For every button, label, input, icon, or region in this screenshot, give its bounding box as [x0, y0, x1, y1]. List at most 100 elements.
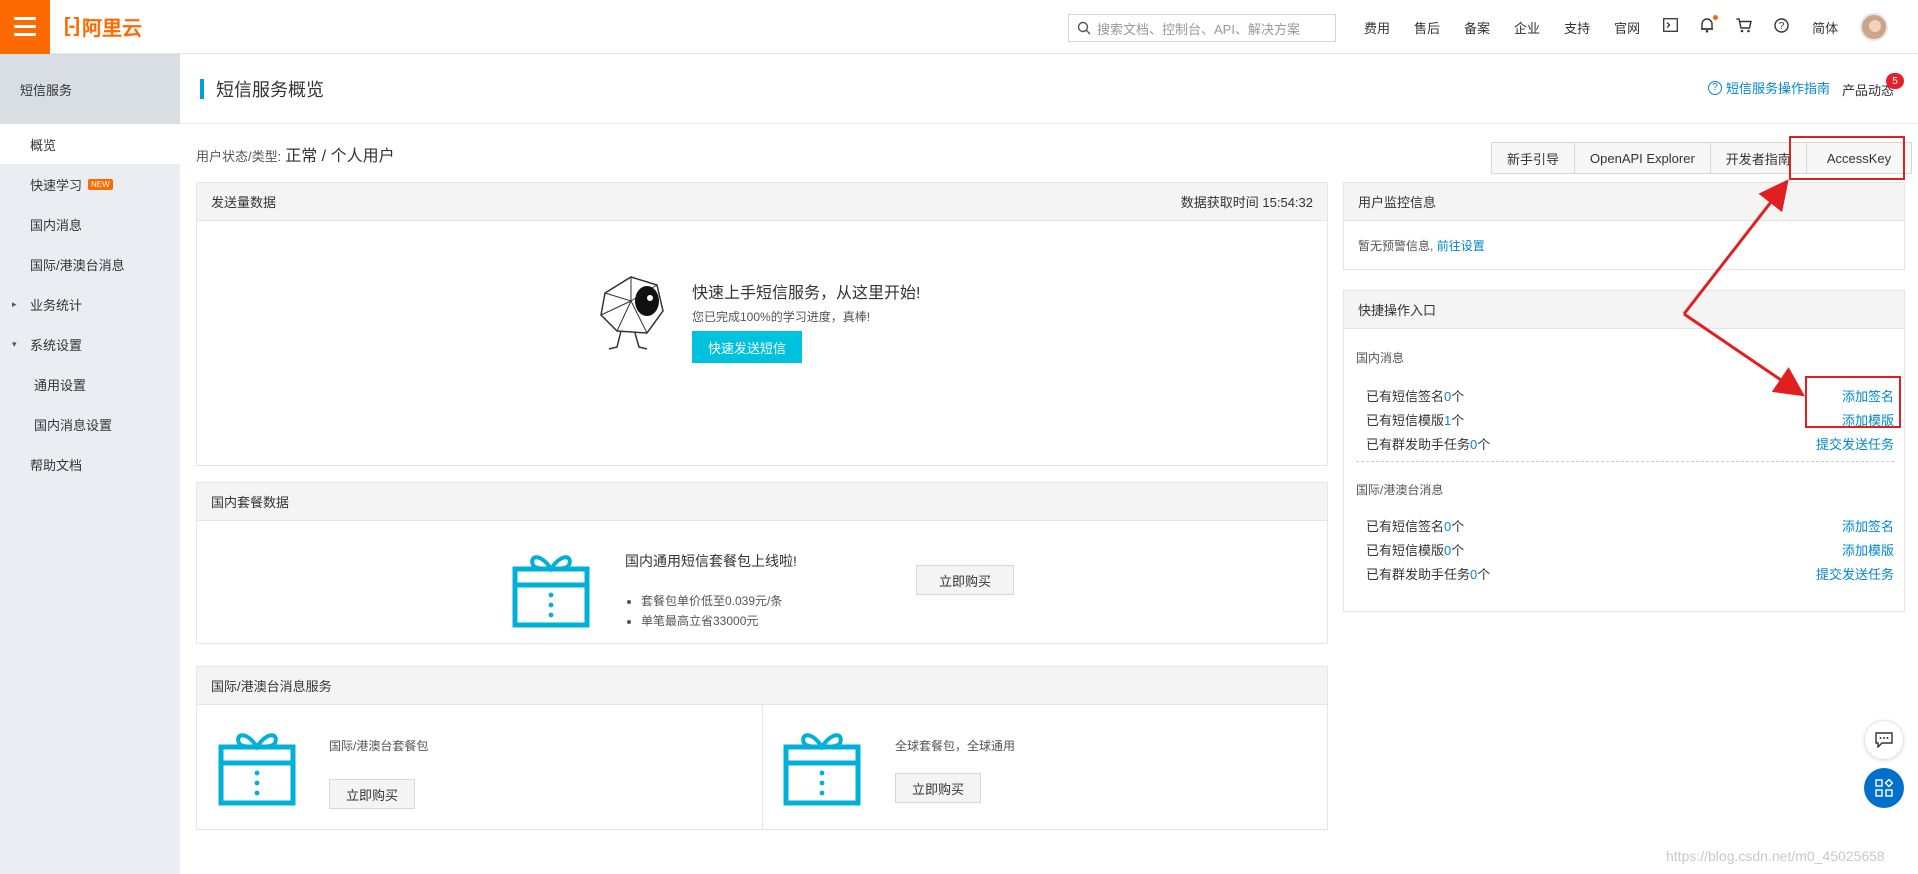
- quick-send-sms-button[interactable]: 快速发送短信: [692, 331, 803, 363]
- quick-row: 已有群发助手任务0个 提交发送任务: [1366, 561, 1894, 585]
- hamburger-menu-button[interactable]: [0, 0, 50, 54]
- svg-text:?: ?: [1779, 21, 1785, 32]
- bell-icon[interactable]: [1700, 15, 1719, 37]
- sidebar-item-general-settings[interactable]: 通用设置: [0, 364, 180, 404]
- search-placeholder: 搜索文档、控制台、API、解决方案: [1097, 21, 1300, 37]
- sidebar-item-domestic-settings[interactable]: 国内消息设置: [0, 404, 180, 444]
- sidebar-item-overview[interactable]: 概览: [0, 124, 180, 164]
- quick-row: 已有群发助手任务0个 提交发送任务: [1366, 431, 1894, 455]
- beginner-guide-button[interactable]: 新手引导: [1491, 142, 1576, 174]
- add-intl-template-link[interactable]: 添加模版: [1842, 540, 1894, 559]
- intl-package-label: 国际/港澳台套餐包: [329, 739, 429, 753]
- sidebar-item-label: 业务统计: [30, 297, 83, 313]
- search-input[interactable]: 搜索文档、控制台、API、解决方案: [1068, 14, 1336, 42]
- chat-icon: [1875, 732, 1893, 748]
- package-heading: 国内通用短信套餐包上线啦!: [625, 553, 797, 569]
- nav-link-aftersales[interactable]: 售后: [1414, 18, 1440, 37]
- quick-row-text: 已有短信签名0个: [1366, 388, 1465, 404]
- panel-title: 国际/港澳台消息服务: [211, 679, 332, 694]
- section-divider: [1356, 461, 1894, 462]
- nav-link-filing[interactable]: 备案: [1464, 18, 1490, 37]
- user-status-label: 用户状态/类型:: [196, 149, 282, 164]
- data-fetch-time: 数据获取时间 15:54:32: [1180, 195, 1313, 210]
- add-intl-signature-link[interactable]: 添加签名: [1842, 516, 1894, 535]
- user-monitor-panel-header: 用户监控信息: [1344, 183, 1904, 221]
- aliyun-logo-text: 阿里云: [81, 18, 142, 40]
- sidebar-item-business-stats[interactable]: ▸ 业务统计: [0, 284, 180, 324]
- buy-package-button[interactable]: 立即购买: [916, 565, 1014, 595]
- gift-icon: [783, 733, 861, 806]
- domestic-package-panel: 国内套餐数据 国内通用短信套餐包上线啦! 套餐包单价低至0.039元/条 单笔最…: [196, 482, 1328, 644]
- domestic-package-panel-header: 国内套餐数据: [197, 483, 1327, 521]
- intl-services-panel-header: 国际/港澳台消息服务: [197, 667, 1327, 705]
- onboarding-subtext: 您已完成100%的学习进度，真棒!: [692, 310, 871, 324]
- intl-section: 已有短信签名0个 添加签名 已有短信模版0个 添加模版 已有群发助手任务0个 提…: [1366, 513, 1894, 585]
- sidebar-item-label: 通用设置: [34, 377, 87, 393]
- watermark-text: https://blog.csdn.net/m0_45025658: [1666, 848, 1885, 864]
- sidebar-title: 短信服务: [0, 54, 180, 124]
- main-content: 短信服务概览 ? 短信服务操作指南 产品动态 5 用户状态/类型: 正常 / 个人…: [180, 54, 1918, 874]
- nav-link-enterprise[interactable]: 企业: [1514, 18, 1540, 37]
- page-header: 短信服务概览 ? 短信服务操作指南 产品动态 5: [180, 54, 1918, 124]
- user-avatar[interactable]: [1860, 13, 1889, 41]
- quick-actions-panel-header: 快捷操作入口: [1344, 291, 1904, 329]
- panel-title: 用户监控信息: [1358, 195, 1437, 210]
- language-switch[interactable]: 简体: [1812, 18, 1838, 37]
- gift-icon: [512, 555, 590, 628]
- package-bullet: 单笔最高立省33000元: [641, 611, 782, 631]
- submit-send-task-link[interactable]: 提交发送任务: [1816, 434, 1894, 453]
- search-icon: [1077, 21, 1091, 35]
- top-navbar: [-] 阿里云 搜索文档、控制台、API、解决方案 费用 售后 备案 企业 支持…: [0, 0, 1918, 54]
- sidebar: 短信服务 概览 快速学习 NEW 国内消息 国际/港澳台消息 ▸ 业务统计 ▾ …: [0, 54, 180, 874]
- buy-global-package-button[interactable]: 立即购买: [895, 773, 982, 803]
- user-status: 用户状态/类型: 正常 / 个人用户: [196, 142, 395, 166]
- monitor-text: 暂无预警信息,: [1358, 239, 1434, 253]
- top-nav-links: 费用 售后 备案 企业 支持 官网 ? 简体: [1352, 0, 1889, 54]
- nav-link-support[interactable]: 支持: [1564, 18, 1590, 37]
- aliyun-logo-mark: [-]: [64, 15, 80, 37]
- caret-down-icon: ▾: [12, 338, 17, 349]
- sidebar-item-label: 国际/港澳台消息: [30, 257, 125, 273]
- gift-icon: [218, 733, 296, 806]
- chat-float-button[interactable]: [1864, 720, 1904, 760]
- page-title: 短信服务概览: [216, 79, 324, 100]
- sidebar-item-help-docs[interactable]: 帮助文档: [0, 444, 180, 484]
- help-icon[interactable]: ?: [1774, 17, 1789, 37]
- sidebar-item-label: 帮助文档: [30, 457, 83, 473]
- notification-dot: [1713, 15, 1719, 20]
- cart-icon[interactable]: [1736, 17, 1752, 37]
- panel-title: 快捷操作入口: [1358, 303, 1437, 318]
- submit-intl-send-task-link[interactable]: 提交发送任务: [1816, 564, 1894, 583]
- quick-row: 已有短信模版0个 添加模版: [1366, 537, 1894, 561]
- send-volume-panel-header: 发送量数据 数据获取时间 15:54:32: [197, 183, 1327, 221]
- caret-right-icon: ▸: [12, 298, 17, 309]
- sidebar-item-domestic-messages[interactable]: 国内消息: [0, 204, 180, 244]
- sidebar-item-label: 概览: [30, 137, 57, 153]
- user-status-value: 正常 / 个人用户: [285, 148, 395, 165]
- product-news-badge: 5: [1886, 73, 1904, 89]
- nav-link-fees[interactable]: 费用: [1364, 18, 1390, 37]
- sidebar-item-system-settings[interactable]: ▾ 系统设置: [0, 324, 180, 364]
- sidebar-item-intl-messages[interactable]: 国际/港澳台消息: [0, 244, 180, 284]
- title-accent-bar: [200, 78, 204, 99]
- panel-title: 国内套餐数据: [211, 495, 290, 510]
- intl-section-title: 国际/港澳台消息: [1356, 483, 1444, 497]
- domestic-section-title: 国内消息: [1356, 351, 1405, 365]
- quick-row: 已有短信签名0个 添加签名: [1366, 513, 1894, 537]
- sidebar-item-label: 快速学习: [30, 177, 83, 193]
- quick-actions-panel: 快捷操作入口 国内消息 已有短信签名0个 添加签名 已有短信模版1个 添加模版 …: [1343, 290, 1905, 612]
- onboarding-heading: 快速上手短信服务，从这里开始!: [692, 285, 921, 302]
- terminal-icon[interactable]: [1663, 18, 1679, 36]
- sidebar-item-quick-learn[interactable]: 快速学习 NEW: [0, 164, 180, 204]
- buy-intl-package-button[interactable]: 立即购买: [329, 779, 416, 809]
- nav-link-official-site[interactable]: 官网: [1614, 18, 1640, 37]
- aliyun-logo[interactable]: [-] 阿里云: [64, 12, 142, 41]
- robot-illustration: [600, 276, 664, 350]
- apps-float-button[interactable]: [1864, 768, 1904, 808]
- guide-link[interactable]: ? 短信服务操作指南: [1708, 78, 1830, 97]
- openapi-explorer-button[interactable]: OpenAPI Explorer: [1574, 142, 1711, 174]
- card-divider: [762, 705, 763, 829]
- quick-row-text: 已有群发助手任务0个: [1366, 566, 1491, 582]
- go-to-settings-link[interactable]: 前往设置: [1437, 239, 1485, 253]
- new-badge: NEW: [88, 178, 113, 190]
